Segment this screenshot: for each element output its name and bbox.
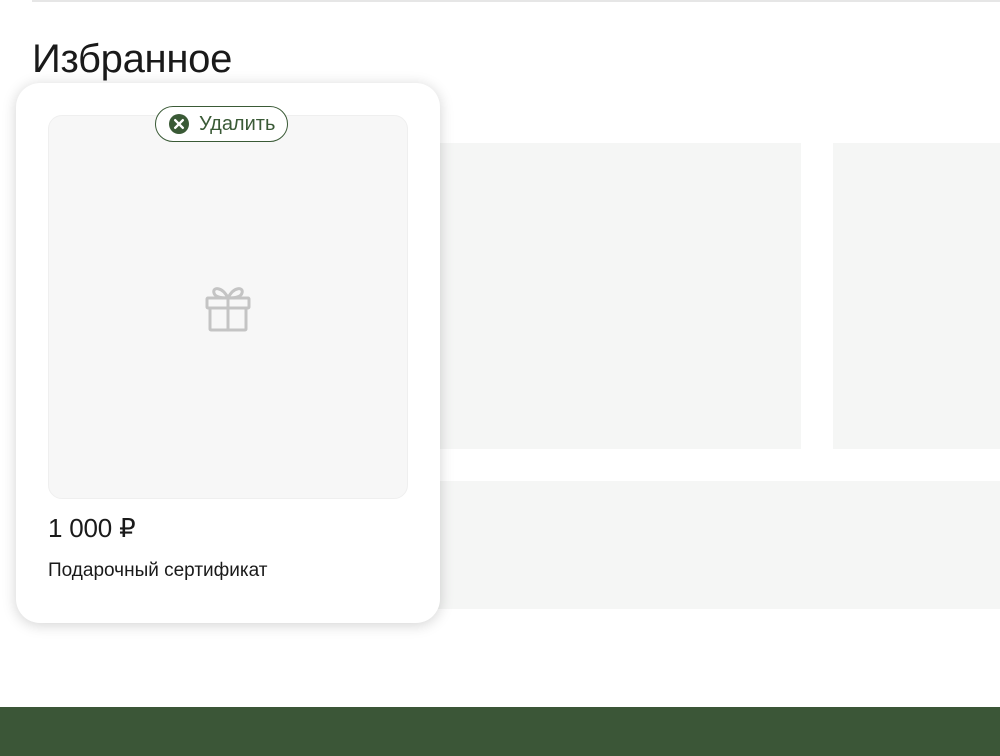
product-price: 1 000 ₽ xyxy=(48,513,136,543)
remove-from-favorites-button[interactable]: Удалить xyxy=(155,106,289,142)
footer xyxy=(0,707,1000,756)
loading-placeholder-bar xyxy=(420,481,1000,609)
gift-icon xyxy=(205,287,251,332)
favorite-product-card[interactable]: Удалить 1 000 ₽ Подарочный сертификат xyxy=(16,83,440,623)
loading-placeholder-tile xyxy=(440,143,801,449)
top-divider xyxy=(32,0,1000,2)
loading-placeholder-tile xyxy=(833,143,1000,449)
close-circle-icon xyxy=(169,114,189,134)
page-title: Избранное xyxy=(32,37,233,81)
product-image[interactable] xyxy=(48,115,408,499)
product-name[interactable]: Подарочный сертификат xyxy=(48,559,267,583)
remove-button-label: Удалить xyxy=(199,113,276,135)
favorites-page: Избранное Удалить 1 000 ₽ Подарочный сер… xyxy=(0,0,1000,756)
